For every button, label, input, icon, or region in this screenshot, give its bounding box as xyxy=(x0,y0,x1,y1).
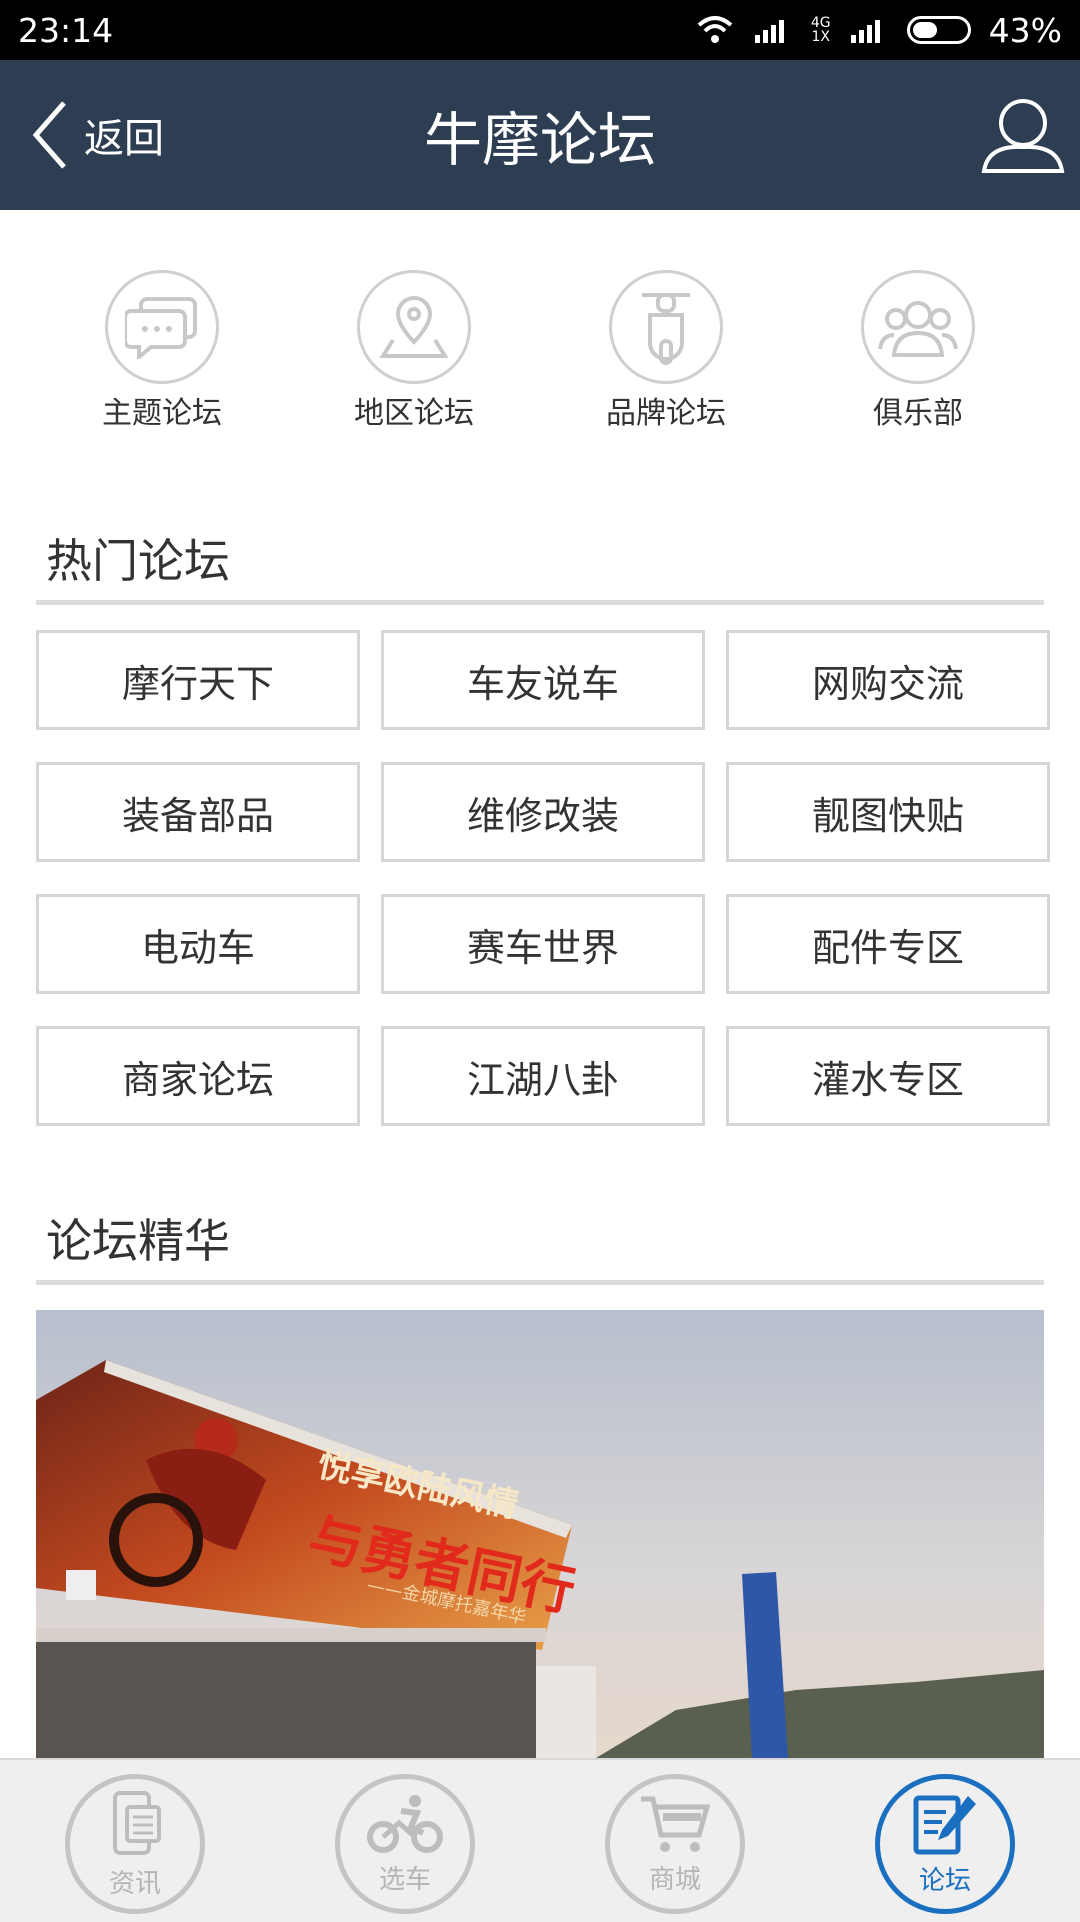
user-icon xyxy=(981,99,1065,173)
status-bar: 23:14 4G 1X 43% xyxy=(0,0,1080,60)
forum-tile[interactable]: 商家论坛 xyxy=(36,1026,360,1126)
category-region[interactable]: 地区论坛 xyxy=(324,270,504,432)
section-title-essence: 论坛精华 xyxy=(46,1214,230,1268)
tab-news[interactable]: 资讯 xyxy=(65,1774,205,1914)
forum-tile[interactable]: 灌水专区 xyxy=(726,1026,1050,1126)
essence-banner-image[interactable]: 悦享欧陆风情 与勇者同行 ——金城摩托嘉年华 xyxy=(36,1310,1044,1758)
network-type: 4G 1X xyxy=(810,15,831,45)
back-button[interactable]: 返回 xyxy=(30,60,164,210)
bottom-tab-bar: 资讯 选车 商城 论坛 xyxy=(0,1758,1080,1922)
back-label: 返回 xyxy=(84,116,164,162)
forum-tile[interactable]: 电动车 xyxy=(36,894,360,994)
category-row: 主题论坛 地区论坛 品牌论坛 俱乐部 xyxy=(0,270,1080,440)
category-club[interactable]: 俱乐部 xyxy=(828,270,1008,432)
forum-tile[interactable]: 维修改装 xyxy=(381,762,705,862)
shopping-cart-icon xyxy=(641,1796,711,1852)
wifi-icon xyxy=(697,16,733,43)
signal-icon xyxy=(850,20,880,43)
status-icons: 4G 1X 43% xyxy=(695,11,1062,50)
tab-forum[interactable]: 论坛 xyxy=(875,1774,1015,1914)
group-icon xyxy=(861,270,975,384)
motorcycle-icon xyxy=(367,1794,443,1853)
section-title-hot: 热门论坛 xyxy=(46,534,230,588)
battery-icon xyxy=(906,16,971,44)
forum-tile[interactable]: 摩行天下 xyxy=(36,630,360,730)
forum-tile[interactable]: 赛车世界 xyxy=(381,894,705,994)
tab-choose-car[interactable]: 选车 xyxy=(335,1774,475,1914)
chevron-left-icon xyxy=(32,101,66,169)
forum-edit-icon xyxy=(913,1795,976,1854)
section-divider xyxy=(36,1280,1044,1285)
forum-tile[interactable]: 网购交流 xyxy=(726,630,1050,730)
category-topic[interactable]: 主题论坛 xyxy=(72,270,252,432)
forum-tile[interactable]: 江湖八卦 xyxy=(381,1026,705,1126)
signal-icon xyxy=(754,20,784,43)
battery-percent: 43% xyxy=(988,10,1062,50)
forum-tile[interactable]: 靓图快贴 xyxy=(726,762,1050,862)
section-divider xyxy=(36,600,1044,605)
forum-tile[interactable]: 装备部品 xyxy=(36,762,360,862)
forum-tile[interactable]: 配件专区 xyxy=(726,894,1050,994)
nav-bar: 返回 牛摩论坛 xyxy=(0,60,1080,210)
user-button[interactable] xyxy=(980,95,1080,185)
category-brand[interactable]: 品牌论坛 xyxy=(576,270,756,432)
scooter-icon xyxy=(609,270,723,384)
chat-bubbles-icon xyxy=(105,270,219,384)
location-pin-icon xyxy=(357,270,471,384)
tab-mall[interactable]: 商城 xyxy=(605,1774,745,1914)
status-time: 23:14 xyxy=(18,10,114,50)
news-phone-icon xyxy=(113,1790,161,1855)
forum-tile[interactable]: 车友说车 xyxy=(381,630,705,730)
